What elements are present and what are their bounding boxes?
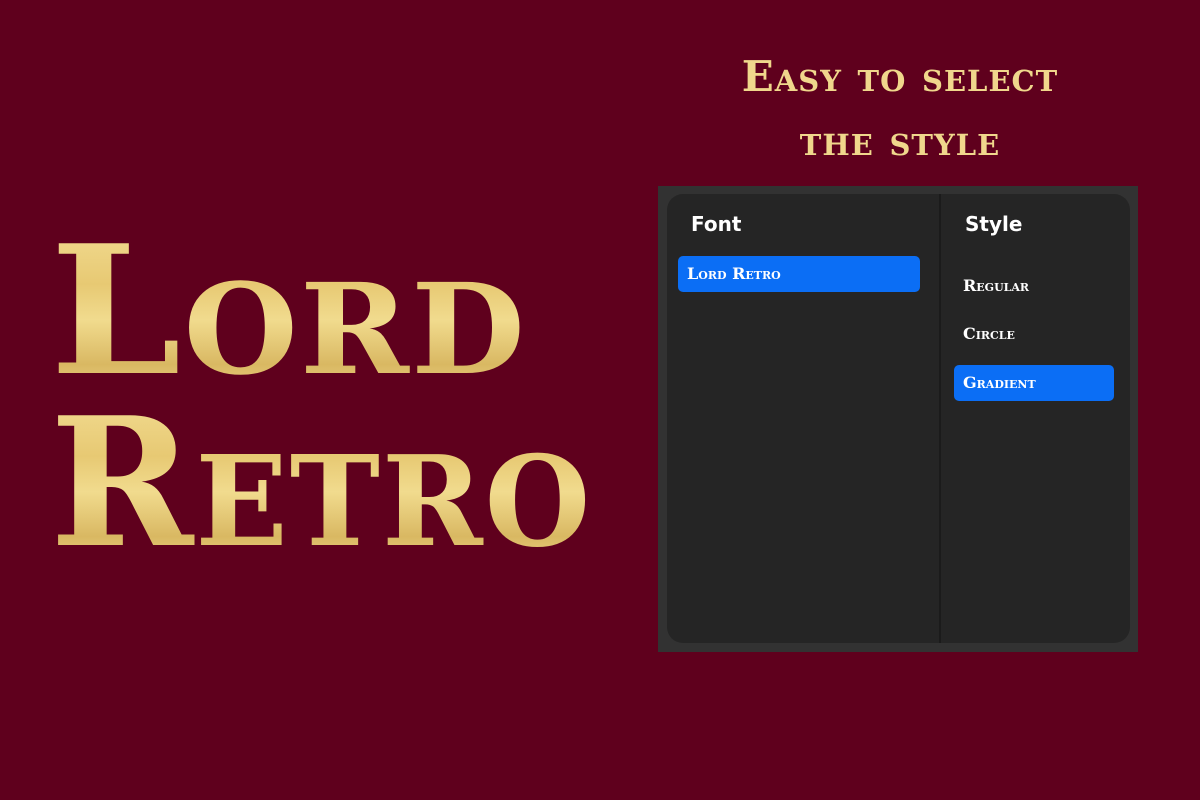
style-item-gradient[interactable]: Gradient: [954, 365, 1114, 401]
font-column-header: Font: [691, 212, 742, 236]
headline-line-2: the style: [799, 116, 1001, 165]
hero-title-line-2: Retro: [50, 394, 617, 572]
hero-title-line-1: Lord: [50, 222, 664, 400]
font-item-lord-retro[interactable]: Lord Retro: [678, 256, 920, 292]
headline: Easy to select the style: [610, 45, 1190, 173]
style-item-circle[interactable]: Circle: [954, 316, 1114, 352]
column-divider: [939, 194, 941, 643]
hero-title: Lord Retro: [50, 222, 635, 572]
style-item-regular[interactable]: Regular: [954, 268, 1114, 304]
font-picker-panel: Font Lord Retro Style Regular Circle Gra…: [658, 186, 1138, 652]
style-column-header: Style: [965, 212, 1023, 236]
font-picker-inner: Font Lord Retro Style Regular Circle Gra…: [667, 194, 1130, 643]
headline-line-1: Easy to select: [741, 52, 1059, 101]
